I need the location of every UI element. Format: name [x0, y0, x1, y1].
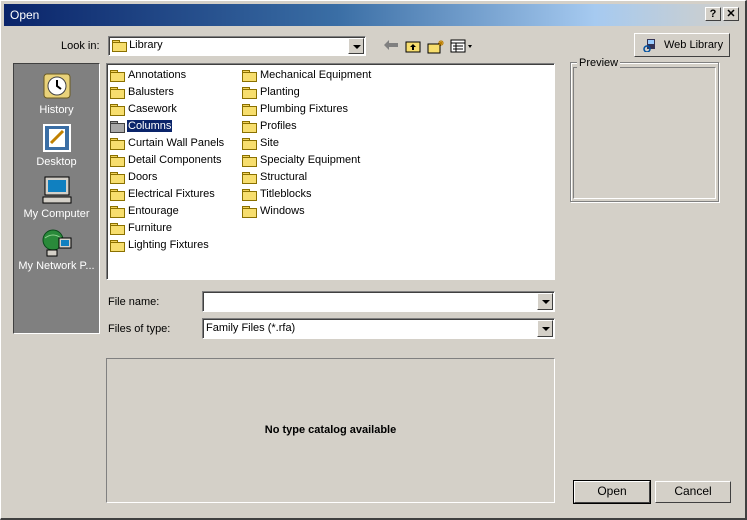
folder-icon [110, 103, 125, 116]
place-label: My Network P... [18, 260, 95, 272]
file-name-field[interactable] [202, 291, 555, 312]
folder-icon [242, 69, 257, 82]
my-computer-icon [41, 174, 73, 206]
close-button[interactable]: ✕ [723, 7, 739, 21]
place-network[interactable]: My Network P... [14, 226, 99, 272]
list-item[interactable]: Site [242, 136, 372, 153]
folder-icon [110, 171, 125, 184]
list-item[interactable]: Doors [110, 170, 225, 187]
place-label: History [39, 104, 74, 116]
place-history[interactable]: History [14, 70, 99, 116]
list-item[interactable]: Balusters [110, 85, 225, 102]
folder-icon [110, 137, 125, 150]
chevron-down-icon[interactable] [537, 293, 553, 310]
list-item[interactable]: Mechanical Equipment [242, 68, 372, 85]
list-item[interactable]: Electrical Fixtures [110, 187, 225, 204]
folder-icon [242, 137, 257, 150]
list-item[interactable]: Detail Components [110, 153, 225, 170]
folder-icon [110, 86, 125, 99]
new-folder-icon[interactable] [426, 39, 446, 55]
folder-icon [110, 154, 125, 167]
folder-icon [110, 222, 125, 235]
open-dialog: Open ? ✕ Look in: Library Web Library Hi… [0, 0, 747, 520]
network-places-icon [41, 226, 73, 258]
look-in-value: Library [129, 39, 163, 51]
list-item[interactable]: Profiles [242, 119, 372, 136]
folder-icon [110, 120, 125, 133]
web-library-icon [643, 39, 655, 52]
file-type-value: Family Files (*.rfa) [206, 322, 296, 334]
list-item[interactable]: Specialty Equipment [242, 153, 372, 170]
list-item-selected[interactable]: Columns [110, 119, 225, 136]
list-item[interactable]: Titleblocks [242, 187, 372, 204]
chevron-down-icon[interactable] [537, 320, 553, 337]
file-type-label: Files of type: [108, 323, 171, 335]
window-title: Open [10, 8, 40, 22]
desktop-icon [41, 122, 73, 154]
folder-icon [242, 188, 257, 201]
back-arrow-icon[interactable] [381, 39, 401, 55]
folder-icon [110, 69, 125, 82]
up-folder-icon[interactable] [403, 39, 423, 55]
place-my-computer[interactable]: My Computer [14, 174, 99, 220]
list-item[interactable]: Planting [242, 85, 372, 102]
places-bar: History Desktop My Computer My Network P… [13, 63, 100, 334]
list-item[interactable]: Structural [242, 170, 372, 187]
file-name-label: File name: [108, 296, 160, 308]
chevron-down-icon[interactable] [348, 38, 364, 54]
list-item[interactable]: Curtain Wall Panels [110, 136, 225, 153]
file-type-dropdown[interactable]: Family Files (*.rfa) [202, 318, 555, 339]
list-item[interactable]: Furniture [110, 221, 225, 238]
folder-icon [112, 39, 127, 52]
file-column-2: Mechanical Equipment Planting Plumbing F… [242, 68, 372, 221]
folder-icon [242, 103, 257, 116]
list-item[interactable]: Plumbing Fixtures [242, 102, 372, 119]
folder-icon [110, 239, 125, 252]
type-catalog-panel: No type catalog available [106, 358, 555, 503]
close-icon: ✕ [726, 8, 736, 20]
list-item[interactable]: Annotations [110, 68, 225, 85]
folder-icon [242, 171, 257, 184]
folder-icon [110, 188, 125, 201]
history-icon [41, 70, 73, 102]
folder-icon [242, 86, 257, 99]
list-item[interactable]: Casework [110, 102, 225, 119]
place-label: Desktop [36, 156, 77, 168]
views-menu-icon[interactable] [450, 39, 474, 55]
look-in-dropdown[interactable]: Library [108, 36, 366, 56]
help-button[interactable]: ? [705, 7, 721, 21]
file-column-1: Annotations Balusters Casework Columns C… [110, 68, 225, 255]
folder-icon [242, 205, 257, 218]
preview-pane [573, 67, 716, 199]
folder-icon [242, 120, 257, 133]
preview-label: Preview [577, 57, 621, 69]
place-label: My Computer [23, 208, 90, 220]
open-button[interactable]: Open [573, 480, 651, 504]
cancel-button[interactable]: Cancel [655, 481, 731, 503]
list-item[interactable]: Windows [242, 204, 372, 221]
list-item[interactable]: Lighting Fixtures [110, 238, 225, 255]
list-item[interactable]: Entourage [110, 204, 225, 221]
look-in-label: Look in: [61, 40, 100, 52]
folder-icon [242, 154, 257, 167]
title-bar[interactable]: Open ? ✕ [4, 4, 743, 26]
web-library-button[interactable]: Web Library [634, 33, 730, 57]
type-catalog-message: No type catalog available [264, 424, 397, 436]
file-list[interactable]: Annotations Balusters Casework Columns C… [106, 63, 555, 280]
web-library-label: Web Library [664, 39, 724, 51]
place-desktop[interactable]: Desktop [14, 122, 99, 168]
folder-icon [110, 205, 125, 218]
